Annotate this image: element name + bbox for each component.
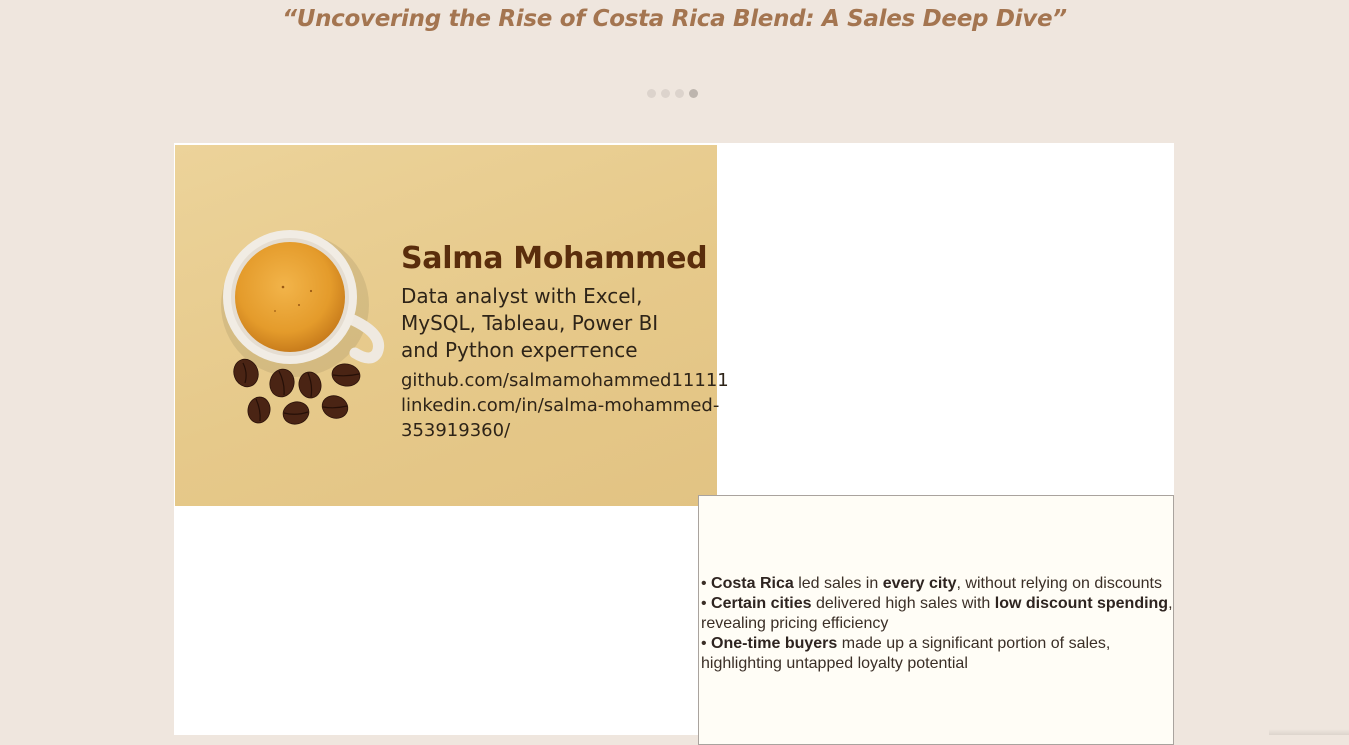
tagline-line: MySQL, Tableau, Power BI — [401, 311, 659, 335]
insight-bullet: • Costa Rica led sales in every city, wi… — [701, 575, 1162, 592]
insight-emphasis: low discount spending — [994, 595, 1169, 612]
insight-emphasis: Costa Rica — [711, 575, 794, 592]
insight-emphasis: every city — [882, 575, 957, 592]
slide-pagination — [647, 89, 698, 98]
insight-emphasis: Certain cities — [711, 595, 812, 612]
profile-name: Salma Mohammed — [401, 241, 708, 276]
linkedin-link-cont[interactable]: 353919360/ — [401, 418, 711, 443]
slide-dot-2[interactable] — [661, 89, 670, 98]
slide-dot-3[interactable] — [675, 89, 684, 98]
profile-tagline: Data analyst with Excel, MySQL, Tableau,… — [401, 283, 701, 364]
slide-dot-4-active[interactable] — [689, 89, 698, 98]
profile-card: Salma Mohammed Data analyst with Excel, … — [175, 145, 729, 506]
insight-bullet: • One-time buyers made up a significant … — [701, 635, 1111, 672]
page-title: “Uncovering the Rise of Costa Rica Blend… — [282, 6, 1067, 32]
github-link[interactable]: github.com/salmamohammed11111 — [401, 368, 729, 393]
insights-list: • Costa Rica led sales in every city, wi… — [701, 574, 1175, 674]
profile-links: github.com/salmamohammed11111 linkedin.c… — [401, 368, 729, 443]
insight-emphasis: One-time buyers — [711, 635, 838, 652]
scroll-shadow — [1269, 729, 1349, 735]
tagline-line: and Python experтence — [401, 338, 638, 362]
slide-dot-1[interactable] — [647, 89, 656, 98]
tagline-line: Data analyst with Excel, — [401, 284, 643, 308]
insights-textbox: • Costa Rica led sales in every city, wi… — [698, 495, 1174, 745]
insight-bullet: • Certain cities delivered high sales wi… — [701, 595, 1173, 632]
coffee-cup-image — [221, 230, 384, 425]
linkedin-link[interactable]: linkedin.com/in/salma-mohammed- — [401, 393, 719, 418]
